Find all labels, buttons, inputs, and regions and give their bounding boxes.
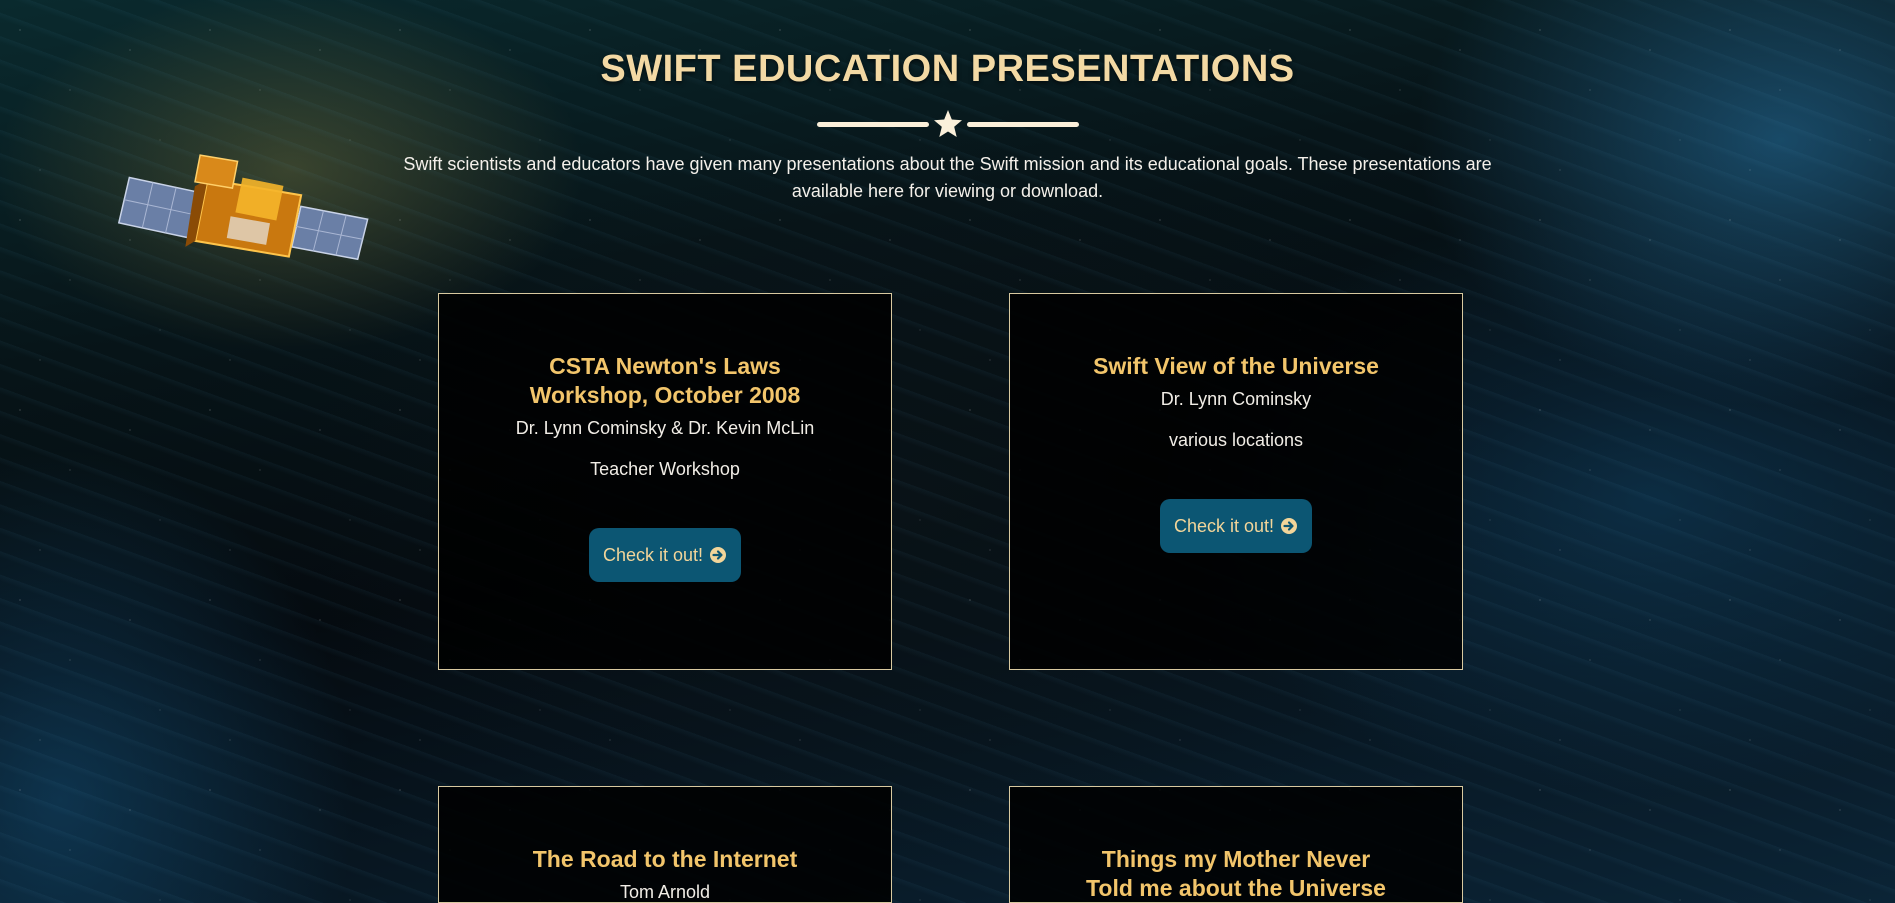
check-it-out-button[interactable]: Check it out! — [588, 528, 742, 582]
page-background: SWIFT EDUCATION PRESENTATIONS Swift scie… — [0, 0, 1895, 903]
check-it-out-button[interactable]: Check it out! — [1159, 499, 1313, 553]
card-author: Dr. Lynn Cominsky — [1160, 389, 1312, 409]
presentation-card: The Road to the Internet Tom Arnold — [438, 786, 892, 903]
card-location: Teacher Workshop — [590, 459, 740, 479]
title-divider — [816, 109, 1079, 139]
divider-line-left — [816, 122, 929, 127]
card-title: CSTA Newton's Laws Workshop, October 200… — [529, 353, 801, 408]
button-label: Check it out! — [1173, 515, 1275, 536]
divider-line-right — [966, 122, 1079, 127]
star-icon — [933, 110, 962, 137]
arrow-circle-right-icon — [710, 547, 727, 563]
card-author: Tom Arnold — [619, 882, 711, 902]
card-title: Swift View of the Universe — [1093, 353, 1379, 379]
card-title: The Road to the Internet — [532, 846, 798, 872]
arrow-circle-right-icon — [1281, 518, 1298, 534]
card-author: Dr. Lynn Cominsky & Dr. Kevin McLin — [515, 418, 815, 438]
button-label: Check it out! — [602, 544, 704, 565]
card-title: Things my Mother Never Told me about the… — [1086, 846, 1386, 901]
intro-text: Swift scientists and educators have give… — [403, 154, 1492, 201]
presentation-card: CSTA Newton's Laws Workshop, October 200… — [438, 293, 892, 670]
card-location: various locations — [1168, 430, 1304, 450]
page-title: SWIFT EDUCATION PRESENTATIONS — [600, 48, 1295, 90]
presentation-card: Things my Mother Never Told me about the… — [1009, 786, 1463, 903]
page-header: SWIFT EDUCATION PRESENTATIONS Swift scie… — [0, 48, 1895, 205]
presentation-card: Swift View of the Universe Dr. Lynn Comi… — [1009, 293, 1463, 670]
